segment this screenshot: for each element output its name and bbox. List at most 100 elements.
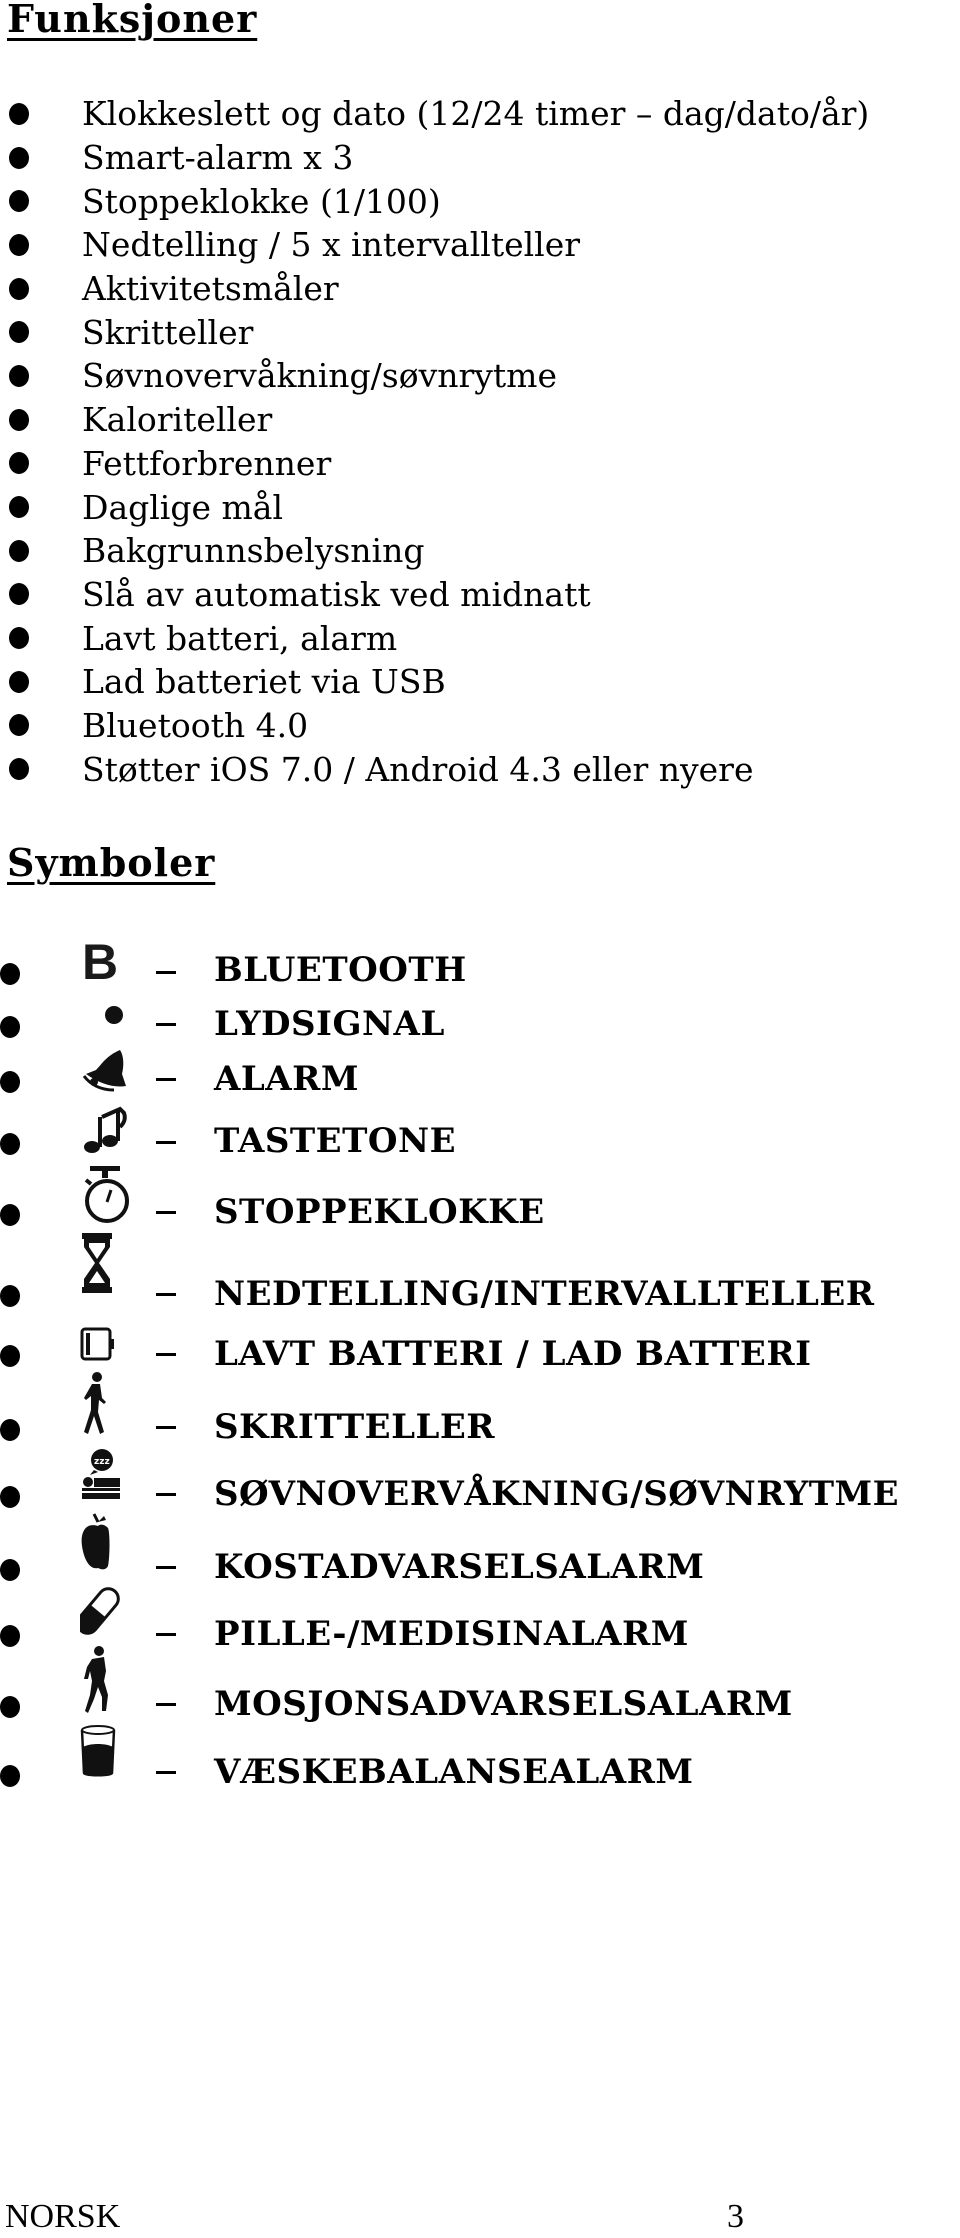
list-item: Fettforbrenner [0, 442, 869, 486]
symbol-label: MOSJONSADVARSELSALARM [214, 1684, 793, 1724]
symbols-heading: Symboler [7, 840, 216, 885]
bell-icon [80, 1048, 134, 1108]
feature-text: Stoppeklokke (1/100) [82, 181, 441, 221]
symbol-row: VÆSKEBALANSEALARM [0, 1725, 960, 1789]
dash [156, 1293, 176, 1296]
dash [156, 1703, 176, 1706]
bullet-icon [9, 190, 29, 213]
symbol-row: MOSJONSADVARSELSALARM [0, 1645, 960, 1721]
bullet-icon [9, 496, 29, 519]
bullet-icon [9, 452, 29, 475]
apple-icon [80, 1512, 134, 1572]
bullet-icon [0, 1204, 20, 1226]
svg-text:zzz: zzz [94, 1457, 110, 1467]
bullet-icon [9, 583, 29, 606]
symbol-label: LYDSIGNAL [214, 1004, 445, 1044]
symbol-label: NEDTELLING/INTERVALLTELLER [214, 1274, 875, 1314]
dash [156, 1353, 176, 1356]
feature-text: Nedtelling / 5 x intervallteller [82, 225, 581, 265]
feature-text: Lavt batteri, alarm [82, 618, 398, 658]
pill-icon [80, 1583, 134, 1639]
dash [156, 1023, 176, 1026]
sound-signal-icon [80, 993, 134, 1053]
walking-person-icon [80, 1372, 134, 1436]
bullet-icon [9, 102, 29, 125]
sleep-bed-icon: zzz [80, 1448, 134, 1504]
bullet-icon [0, 1133, 20, 1155]
symbol-label: TASTETONE [214, 1121, 457, 1161]
bullet-icon [0, 1345, 20, 1367]
symbol-label: LAVT BATTERI / LAD BATTERI [214, 1334, 812, 1374]
list-item: Nedtelling / 5 x intervallteller [0, 223, 869, 267]
running-person-icon [80, 1645, 134, 1715]
list-item: Bakgrunnsbelysning [0, 529, 869, 573]
dash [156, 1211, 176, 1214]
feature-text: Skritteller [82, 312, 254, 352]
symbol-row: LYDSIGNAL [0, 993, 960, 1053]
symbol-row: TASTETONE [0, 1105, 960, 1165]
hourglass-icon [80, 1233, 134, 1295]
list-item: Aktivitetsmåler [0, 267, 869, 311]
symbol-label: ALARM [214, 1059, 360, 1099]
bullet-icon [9, 627, 29, 650]
list-item: Lad batteriet via USB [0, 660, 869, 704]
dash [156, 1426, 176, 1429]
functions-heading: Funksjoner [7, 0, 258, 41]
bullet-icon [0, 963, 20, 985]
list-item: Søvnovervåkning/søvnrytme [0, 354, 869, 398]
page-number: 3 [727, 2198, 744, 2235]
music-note-icon [80, 1105, 134, 1165]
bullet-icon [0, 1625, 20, 1647]
symbol-label: STOPPEKLOKKE [214, 1192, 545, 1232]
list-item: Stoppeklokke (1/100) [0, 179, 869, 223]
symbol-row: PILLE-/MEDISINALARM [0, 1583, 960, 1651]
feature-text: Kaloriteller [82, 400, 273, 440]
feature-text: Slå av automatisk ved midnatt [82, 574, 591, 614]
bullet-icon [0, 1016, 20, 1038]
symbol-row: SKRITTELLER [0, 1372, 960, 1444]
bullet-icon [0, 1696, 20, 1718]
features-list: Klokkeslett og dato (12/24 timer – dag/d… [0, 92, 869, 791]
bullet-icon [9, 758, 29, 781]
bullet-icon [9, 233, 29, 256]
water-glass-icon [80, 1725, 134, 1777]
dash [156, 1566, 176, 1569]
battery-low-icon [80, 1327, 134, 1363]
feature-text: Klokkeslett og dato (12/24 timer – dag/d… [82, 94, 870, 134]
feature-text: Bluetooth 4.0 [82, 705, 309, 745]
feature-text: Fettforbrenner [82, 443, 332, 483]
symbol-label: BLUETOOTH [214, 950, 467, 990]
feature-text: Smart-alarm x 3 [82, 138, 354, 178]
symbol-label: VÆSKEBALANSEALARM [214, 1752, 694, 1792]
bullet-icon [9, 277, 29, 300]
stopwatch-icon [80, 1166, 134, 1226]
dash [156, 1771, 176, 1774]
symbol-label: SØVNOVERVÅKNING/SØVNRYTME [214, 1474, 900, 1514]
list-item: Daglige mål [0, 485, 869, 529]
symbol-row: KOSTADVARSELSALARM [0, 1512, 960, 1584]
bullet-icon [9, 146, 29, 169]
bullet-icon [0, 1419, 20, 1441]
dash [156, 971, 176, 974]
bullet-icon [0, 1486, 20, 1508]
dash [156, 1493, 176, 1496]
list-item: Slå av automatisk ved midnatt [0, 573, 869, 617]
list-item: Kaloriteller [0, 398, 869, 442]
list-item: Bluetooth 4.0 [0, 704, 869, 748]
symbol-row: NEDTELLING/INTERVALLTELLER [0, 1233, 960, 1311]
bluetooth-icon: B [80, 935, 134, 995]
list-item: Klokkeslett og dato (12/24 timer – dag/d… [0, 92, 869, 136]
feature-text: Daglige mål [82, 487, 284, 527]
bullet-icon [9, 714, 29, 737]
bullet-icon [9, 364, 29, 387]
symbol-label: SKRITTELLER [214, 1407, 496, 1447]
dash [156, 1141, 176, 1144]
bullet-icon [0, 1071, 20, 1093]
bullet-icon [9, 408, 29, 431]
symbol-row: STOPPEKLOKKE [0, 1166, 960, 1232]
symbol-label: KOSTADVARSELSALARM [214, 1547, 705, 1587]
dash [156, 1078, 176, 1081]
svg-text:B: B [82, 935, 118, 985]
footer-language: NORSK [5, 2198, 121, 2235]
bullet-icon [0, 1285, 20, 1307]
